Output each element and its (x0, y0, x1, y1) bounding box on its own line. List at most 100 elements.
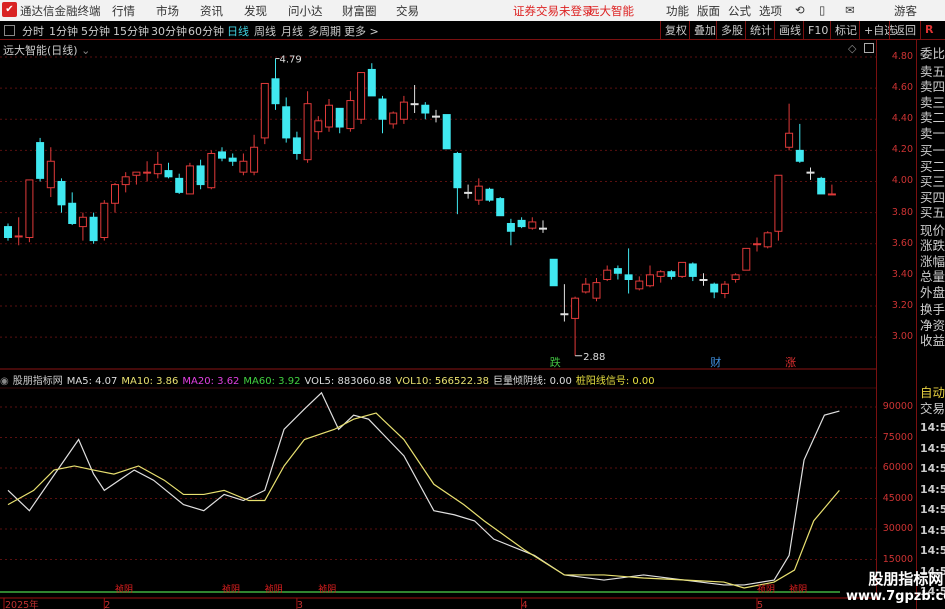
candle (378, 95, 387, 134)
candle-body (121, 176, 130, 186)
settings-icon[interactable]: ◉ (0, 376, 9, 387)
candle (592, 277, 601, 302)
volume-tick: 90000 (882, 401, 913, 412)
stock-title-text: 远大智能(日线) (3, 44, 78, 57)
trade-time: 14:56 (920, 462, 945, 475)
candle-body (496, 198, 505, 217)
trade-label[interactable]: 交易 (920, 401, 945, 416)
indicator-value: VOL10: 566522.38 (395, 376, 490, 387)
event-marker: 财 (710, 355, 721, 369)
trade-time: 14:56 (920, 503, 945, 516)
candle (218, 147, 226, 162)
price-tick: 4.00 (891, 175, 913, 187)
candle (720, 281, 729, 299)
high-price-label: 4.79 (280, 55, 302, 66)
volume-tick: 45000 (882, 492, 913, 504)
volume-tick: 75000 (882, 431, 913, 443)
candle (367, 63, 376, 97)
quote-label: 买一 (920, 143, 945, 158)
candle (560, 284, 569, 322)
candle (89, 212, 98, 244)
candle-body (827, 193, 836, 196)
candle-body (410, 103, 419, 106)
panel-icon[interactable] (864, 43, 874, 53)
candle-body (36, 142, 45, 179)
candle-body (528, 221, 537, 229)
candle (763, 231, 772, 249)
candle (464, 184, 473, 199)
candle-body (549, 258, 558, 287)
indicator-value: MA5: 4.07 (66, 376, 118, 387)
candle (132, 171, 141, 185)
candle (817, 176, 826, 195)
candle (432, 109, 440, 123)
candle-body (710, 283, 719, 293)
volume-tick: 30000 (882, 523, 913, 534)
price-tick: 4.40 (891, 113, 913, 125)
signal-label: 祯阴 (757, 583, 775, 595)
quote-label: 买二 (920, 158, 945, 174)
date-label: 5 (757, 600, 763, 609)
candle (453, 151, 462, 215)
indicator-header: ◉ 股朋指标网 MA5: 4.07 MA10: 3.86 MA20: 3.62 MA60:… (0, 372, 663, 387)
candle-body (560, 313, 569, 316)
candle-body (335, 107, 344, 128)
quote-label: 现价 (920, 222, 945, 238)
candle-body (153, 163, 162, 175)
candle (185, 162, 194, 195)
candle (581, 277, 590, 294)
indicator-line-yellow (7, 412, 840, 589)
candle-body (314, 120, 323, 133)
candle-body (389, 112, 398, 125)
trade-time: 14:56 (920, 482, 945, 496)
price-tick: 3.60 (891, 237, 913, 249)
candle-body (185, 165, 194, 195)
quote-label: 收益 (920, 333, 945, 348)
quote-label: 总量 (920, 269, 945, 284)
candle (517, 217, 526, 229)
candle (153, 151, 162, 179)
auto-label[interactable]: 自动 (920, 385, 945, 400)
candle-body (731, 274, 740, 281)
candle-body (571, 297, 580, 319)
candle-body (68, 202, 77, 224)
candle (806, 167, 815, 180)
candle-body (485, 188, 494, 201)
quote-label: 卖四 (920, 79, 945, 94)
indicator-value: 桩阳线信号: 0.00 (575, 376, 655, 387)
price-tick: 3.40 (891, 268, 913, 280)
candle-body (539, 227, 547, 230)
event-marker: 跌 (550, 355, 561, 369)
signal-label: 祯阴 (318, 583, 336, 595)
quote-label: 买五 (920, 205, 945, 220)
candle-body (175, 177, 184, 193)
candle-body (774, 174, 783, 232)
candle-body (432, 115, 440, 118)
candle-body (78, 216, 87, 228)
volume-tick: 60000 (882, 462, 913, 473)
price-axis: 4.80 4.60 4.40 4.20 4.00 3.80 3.60 3.40 3.20 3.00… (876, 40, 916, 600)
candle (389, 111, 398, 129)
candle (175, 173, 184, 194)
candle (271, 58, 280, 110)
candle-body (271, 78, 280, 105)
candle (410, 85, 419, 114)
signal-label: 祯阴 (115, 583, 133, 595)
indicator-name[interactable]: 股朋指标网 (13, 376, 63, 387)
candle-body (688, 263, 697, 277)
candle (742, 247, 751, 271)
indicator-value: VOL5: 883060.88 (304, 376, 392, 387)
candle (442, 114, 451, 150)
signal-label: 祯阴 (265, 583, 283, 595)
candle-body (89, 216, 98, 242)
candle-body (132, 171, 141, 176)
chevron-down-icon[interactable]: ⌄ (81, 44, 90, 57)
candle (207, 150, 216, 190)
trade-time: 14:56 (920, 523, 945, 537)
signal-label: 祯阴 (789, 583, 807, 595)
kline-chart[interactable]: 4.79 2.88 跌 财 涨祯阴 祯阴 祯阴 祯阴 祯阴 祯阴 2025年 2 3 4 5 (0, 0, 945, 609)
candle (292, 131, 301, 160)
candle-body (111, 184, 119, 204)
candle-body (143, 171, 152, 174)
diamond-icon[interactable]: ◇ (848, 42, 856, 55)
